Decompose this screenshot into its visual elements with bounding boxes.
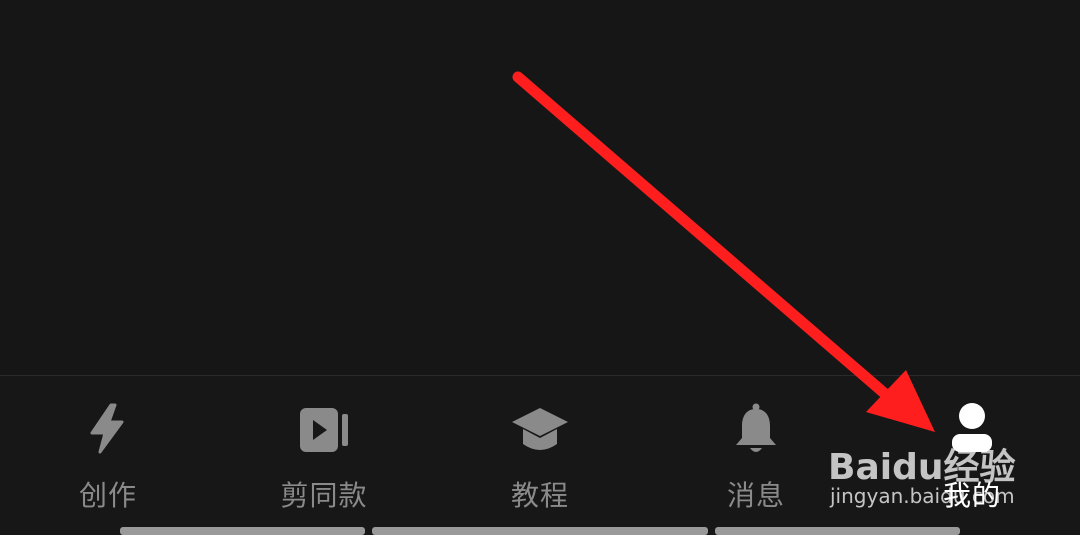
bottom-bar-segment [715, 527, 960, 535]
tab-me[interactable]: 我的 [864, 376, 1080, 516]
bottom-bar-segment [372, 527, 708, 535]
bell-icon [736, 403, 776, 452]
tab-create-label: 创作 [78, 479, 137, 512]
lightning-icon [90, 403, 124, 454]
tab-template-label: 剪同款 [280, 479, 368, 512]
tab-create[interactable]: 创作 [0, 376, 216, 516]
person-icon [952, 403, 992, 452]
tab-messages-label: 消息 [726, 479, 785, 512]
tab-me-label: 我的 [942, 479, 1001, 512]
bottom-tab-bar: 创作 剪同款 教程 消息 我的 [0, 375, 1080, 534]
tab-template[interactable]: 剪同款 [216, 376, 432, 516]
video-template-icon [300, 408, 348, 452]
graduation-cap-icon [512, 408, 568, 450]
content-area [0, 0, 1080, 375]
tab-tutorial-label: 教程 [510, 479, 569, 512]
tab-messages[interactable]: 消息 [648, 376, 864, 516]
tab-tutorial[interactable]: 教程 [432, 376, 648, 516]
bottom-bar-segment [120, 527, 365, 535]
